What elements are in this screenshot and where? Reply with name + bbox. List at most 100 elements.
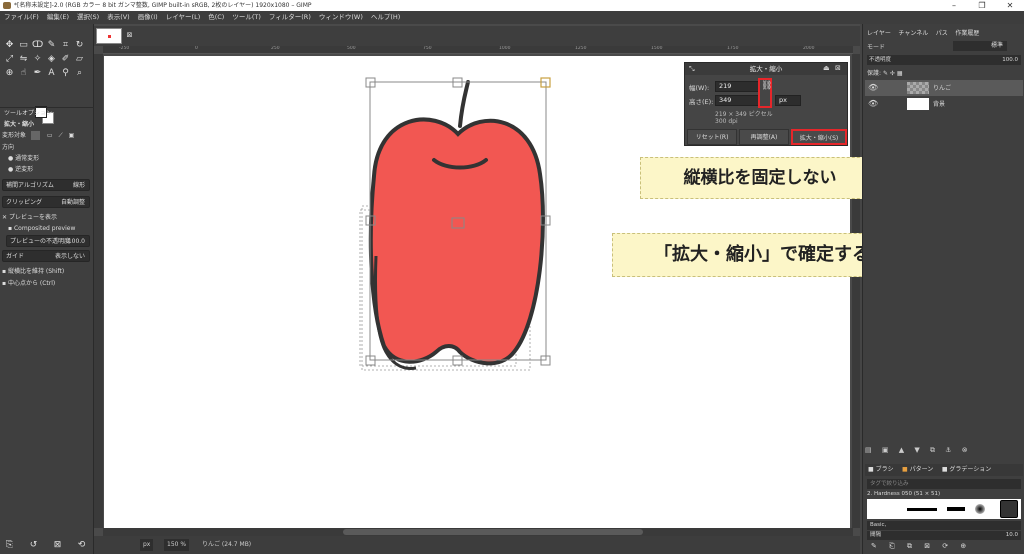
delete-layer-icon[interactable]: ⊗: [962, 446, 968, 454]
reset-button[interactable]: リセット(R): [687, 129, 737, 145]
height-label: 高さ(E):: [689, 98, 714, 106]
preview-opacity-slider[interactable]: プレビューの不透明度 100.0: [6, 235, 90, 247]
tab-brushes[interactable]: ■ ブラシ: [865, 466, 893, 473]
path-target-icon[interactable]: ⟋: [58, 132, 62, 139]
edit-brush-icon[interactable]: ✎: [871, 542, 877, 550]
lasso-icon[interactable]: ↀ: [32, 40, 43, 51]
selection-target-icon[interactable]: ▭: [47, 132, 53, 139]
menu-colors[interactable]: 色(C): [204, 11, 228, 24]
layer-name[interactable]: 背景: [933, 99, 945, 108]
horizontal-scrollbar[interactable]: [103, 528, 853, 536]
layer-thumbnail: [907, 98, 929, 110]
eraser-icon[interactable]: ▱: [74, 54, 85, 65]
tab-history[interactable]: 作業履歴: [955, 30, 979, 37]
layer-target-icon[interactable]: [30, 131, 40, 140]
menu-windows[interactable]: ウィンドウ(W): [315, 11, 367, 24]
menu-filters[interactable]: フィルター(R): [265, 11, 315, 24]
lock-alpha-icon[interactable]: ▦: [897, 70, 903, 77]
menu-layer[interactable]: レイヤー(L): [162, 11, 205, 24]
visibility-eye-icon[interactable]: 👁: [868, 99, 878, 108]
lock-pixels-icon[interactable]: ✎: [883, 70, 888, 77]
zoom-icon[interactable]: ⌕: [74, 68, 85, 79]
layer-name[interactable]: りんご: [933, 83, 951, 92]
menu-tools[interactable]: ツール(T): [228, 11, 265, 24]
flip-icon[interactable]: ⇋: [18, 54, 29, 65]
from-center-checkbox[interactable]: ▪ 中心点から (Ctrl): [2, 278, 90, 290]
opacity-slider[interactable]: 不透明度 100.0: [867, 55, 1021, 65]
brush-icon[interactable]: ✐: [60, 54, 71, 65]
menu-image[interactable]: 画像(I): [134, 11, 162, 24]
delete-brush-icon[interactable]: ⊠: [924, 542, 930, 550]
clone-icon[interactable]: ⊕: [4, 68, 15, 79]
color-picker-icon[interactable]: ⚲: [60, 68, 71, 79]
menu-view[interactable]: 表示(V): [103, 11, 134, 24]
close-tab-icon[interactable]: ⊠: [124, 30, 135, 41]
text-tool-icon[interactable]: A: [46, 68, 57, 79]
readjust-button[interactable]: 再調整(A): [739, 129, 789, 145]
open-brush-icon[interactable]: ⊕: [960, 542, 966, 550]
close-window-button[interactable]: ✕: [996, 0, 1024, 11]
new-brush-icon[interactable]: ⎗: [889, 542, 895, 550]
chain-link-icon[interactable]: ⛓: [761, 81, 772, 92]
restore-options-icon[interactable]: ↺: [28, 540, 39, 551]
save-options-icon[interactable]: ⎘: [4, 540, 15, 551]
tab-paths[interactable]: パス: [936, 30, 948, 37]
rotate-icon[interactable]: ↻: [74, 40, 85, 51]
guides-select[interactable]: ガイド 表示しない: [2, 250, 90, 262]
delete-options-icon[interactable]: ⊠: [52, 540, 63, 551]
width-field[interactable]: 219: [715, 81, 759, 92]
tab-layers[interactable]: レイヤー: [867, 30, 891, 37]
paint-bucket-icon[interactable]: ◈: [46, 54, 57, 65]
duplicate-brush-icon[interactable]: ⧉: [907, 542, 912, 550]
height-field[interactable]: 349: [715, 95, 759, 106]
menu-edit[interactable]: 編集(E): [43, 11, 73, 24]
move-tool-icon[interactable]: ✥: [4, 40, 15, 51]
new-layer-icon[interactable]: ▤: [865, 446, 872, 454]
crop-icon[interactable]: ⌗: [60, 40, 71, 51]
vertical-scrollbar[interactable]: [852, 54, 860, 528]
clipping-select[interactable]: クリッピング 自動調整: [2, 196, 90, 208]
brush-grid[interactable]: [867, 499, 1021, 519]
anchor-icon[interactable]: ⚓: [945, 446, 951, 454]
menu-help[interactable]: ヘルプ(H): [367, 11, 404, 24]
dialog-close-icon[interactable]: ⊠: [835, 64, 841, 72]
fuzzy-select-icon[interactable]: ✎: [46, 40, 57, 51]
scale-tool-icon[interactable]: ⤢: [4, 54, 15, 65]
scale-confirm-button[interactable]: 拡大・縮小(S): [791, 129, 847, 145]
brush-preset-select[interactable]: Basic,: [867, 521, 1021, 530]
lock-position-icon[interactable]: ✢: [890, 70, 895, 77]
lower-layer-icon[interactable]: ▼: [914, 446, 919, 454]
tab-channels[interactable]: チャンネル: [898, 30, 928, 37]
interpolation-select[interactable]: 補間アルゴリズム 線形: [2, 179, 90, 191]
refresh-brush-icon[interactable]: ⟳: [942, 542, 948, 550]
mode-select[interactable]: 標準: [953, 41, 1007, 51]
minimize-button[interactable]: –: [940, 0, 968, 11]
brush-tag-filter[interactable]: タグで絞り込み: [867, 479, 1021, 489]
path-icon[interactable]: ✒: [32, 68, 43, 79]
restore-button[interactable]: ❐: [968, 0, 996, 11]
layer-row[interactable]: 👁 背景: [865, 96, 1023, 112]
image-target-icon[interactable]: ▣: [69, 132, 75, 139]
keep-aspect-checkbox[interactable]: ▪ 縦横比を維持 (Shift): [2, 266, 90, 278]
dialog-pin-icon[interactable]: ⏏: [823, 64, 830, 72]
tab-patterns[interactable]: ■ パターン: [902, 466, 933, 473]
menu-file[interactable]: ファイル(F): [0, 11, 43, 24]
spacing-slider[interactable]: 間隔 10.0: [867, 531, 1021, 540]
tab-gradients[interactable]: ■ グラデーション: [942, 466, 991, 473]
image-thumbnail-tab[interactable]: [96, 28, 122, 44]
warp-icon[interactable]: ✧: [32, 54, 43, 65]
reset-options-icon[interactable]: ⟲: [76, 540, 87, 551]
new-group-icon[interactable]: ▣: [882, 446, 889, 454]
direction-backward-radio[interactable]: ● 逆変形: [8, 164, 96, 176]
raise-layer-icon[interactable]: ▲: [899, 446, 904, 454]
rect-select-icon[interactable]: ▭: [18, 40, 29, 51]
composited-preview-checkbox[interactable]: ▪ Composited preview: [8, 223, 96, 235]
layer-row[interactable]: 👁 りんご: [865, 80, 1023, 96]
unit-select[interactable]: px: [140, 539, 154, 551]
menu-select[interactable]: 選択(S): [73, 11, 103, 24]
visibility-eye-icon[interactable]: 👁: [868, 83, 878, 92]
zoom-select[interactable]: 150 %: [164, 539, 190, 551]
duplicate-layer-icon[interactable]: ⧉: [930, 446, 935, 454]
unit-select-dialog[interactable]: px: [775, 95, 801, 106]
smudge-icon[interactable]: ☝: [18, 68, 29, 79]
